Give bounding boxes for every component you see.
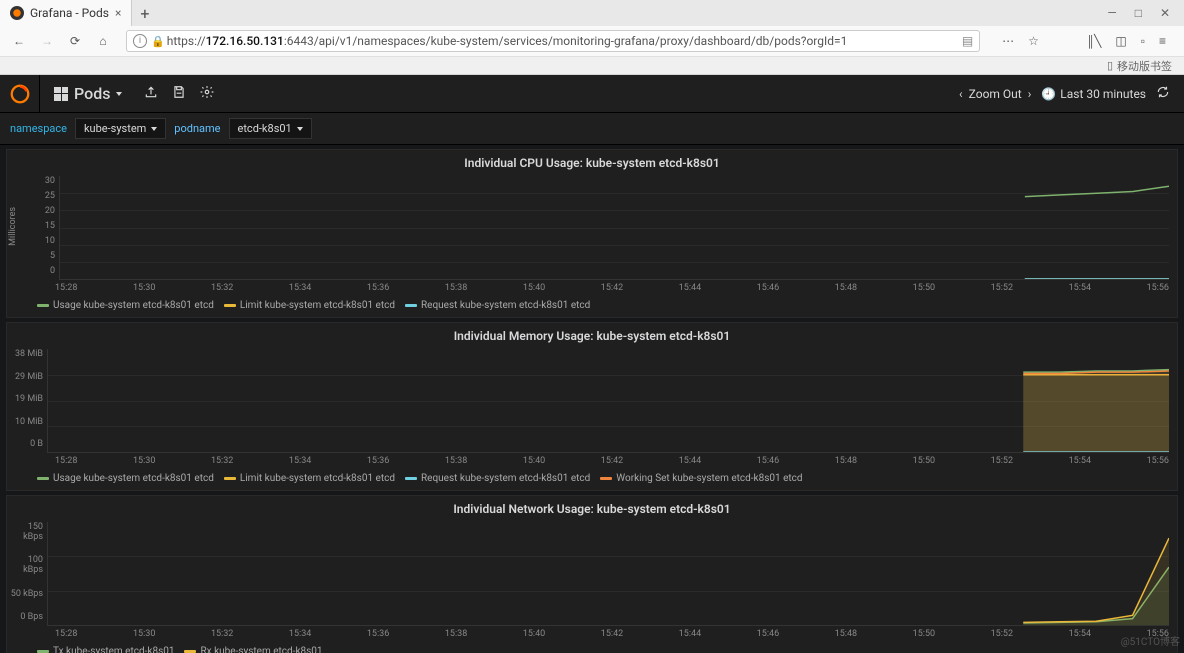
legend-swatch-icon (405, 304, 417, 307)
extension-icon[interactable]: ▫ (1141, 34, 1145, 48)
browser-tab[interactable]: Grafana - Pods × (0, 0, 132, 26)
var-namespace-select[interactable]: kube-system (75, 118, 166, 139)
legend-label: Limit kube-system etcd-k8s01 etcd (240, 473, 395, 484)
grafana-favicon-icon (10, 6, 24, 20)
chart-panel[interactable]: Individual CPU Usage: kube-system etcd-k… (6, 149, 1178, 318)
chevron-down-icon (151, 127, 157, 131)
panel-title: Individual CPU Usage: kube-system etcd-k… (7, 150, 1177, 172)
chevron-right-icon: › (1028, 87, 1032, 101)
legend-item[interactable]: Usage kube-system etcd-k8s01 etcd (37, 300, 214, 311)
chevron-down-icon (297, 127, 303, 131)
tab-bar: Grafana - Pods × + — □ ✕ (0, 0, 1184, 26)
legend-item[interactable]: Request kube-system etcd-k8s01 etcd (405, 473, 590, 484)
legend-swatch-icon (37, 304, 49, 307)
chart-panel[interactable]: Individual Network Usage: kube-system et… (6, 495, 1178, 653)
variable-bar: namespace kube-system podname etcd-k8s01 (0, 113, 1184, 145)
share-button[interactable] (144, 85, 158, 102)
close-tab-icon[interactable]: × (115, 6, 121, 20)
grafana-app: Pods ‹ Zoom Out › 🕘 Last 30 minutes name… (0, 75, 1184, 653)
overflow-menu-icon[interactable]: ⋯ (1002, 34, 1014, 48)
legend-swatch-icon (37, 477, 49, 480)
dashboard-grid-icon (54, 87, 68, 101)
legend-label: Limit kube-system etcd-k8s01 etcd (240, 300, 395, 311)
close-window-icon[interactable]: ✕ (1160, 6, 1170, 20)
mobile-bookmarks-icon[interactable]: ▯ (1107, 59, 1113, 72)
chart-legend: Usage kube-system etcd-k8s01 etcd Limit k… (7, 296, 1177, 317)
browser-chrome: Grafana - Pods × + — □ ✕ ← → ⟳ ⌂ i 🔒 htt… (0, 0, 1184, 75)
legend-swatch-icon (224, 477, 236, 480)
reload-button[interactable]: ⟳ (64, 30, 86, 52)
var-namespace-label: namespace (10, 122, 67, 135)
legend-swatch-icon (600, 477, 612, 480)
mobile-bookmarks-label[interactable]: 移动版书签 (1117, 58, 1172, 74)
library-icon[interactable]: ║╲ (1087, 34, 1101, 49)
chart-panel[interactable]: Individual Memory Usage: kube-system etc… (6, 322, 1178, 491)
grafana-topbar: Pods ‹ Zoom Out › 🕘 Last 30 minutes (0, 75, 1184, 113)
legend-label: Usage kube-system etcd-k8s01 etcd (53, 473, 214, 484)
x-axis-ticks: 15:2815:3015:3215:3415:3615:3815:4015:42… (7, 626, 1177, 642)
forward-button[interactable]: → (36, 30, 58, 52)
y-axis-label: Millicores (7, 207, 19, 246)
var-podname-select[interactable]: etcd-k8s01 (229, 118, 312, 139)
settings-button[interactable] (200, 85, 214, 102)
site-info-icon[interactable]: i (133, 34, 147, 48)
x-axis-ticks: 15:2815:3015:3215:3415:3615:3815:4015:42… (7, 280, 1177, 296)
bookmark-star-icon[interactable]: ☆ (1028, 34, 1039, 48)
plot-area[interactable] (47, 522, 1169, 626)
window-controls: — □ ✕ (1093, 6, 1184, 20)
legend-item[interactable]: Working Set kube-system etcd-k8s01 etcd (600, 473, 802, 484)
sidebar-icon[interactable]: ◫ (1115, 34, 1126, 48)
legend-item[interactable]: Limit kube-system etcd-k8s01 etcd (224, 300, 395, 311)
home-button[interactable]: ⌂ (92, 30, 114, 52)
y-axis-ticks: 302520151050 (19, 172, 59, 280)
chevron-down-icon (116, 92, 122, 96)
legend-item[interactable]: Limit kube-system etcd-k8s01 etcd (224, 473, 395, 484)
clock-icon: 🕘 (1041, 87, 1056, 101)
legend-label: Request kube-system etcd-k8s01 etcd (421, 300, 590, 311)
grafana-logo-icon (9, 83, 31, 105)
minimize-icon[interactable]: — (1107, 6, 1116, 20)
maximize-icon[interactable]: □ (1135, 6, 1142, 20)
time-range-picker[interactable]: 🕘 Last 30 minutes (1041, 87, 1146, 101)
legend-label: Working Set kube-system etcd-k8s01 etcd (616, 473, 802, 484)
back-button[interactable]: ← (8, 30, 30, 52)
dashboard-picker[interactable]: Pods (40, 84, 136, 103)
address-bar[interactable]: i 🔒 https://172.16.50.131:6443/api/v1/na… (126, 30, 980, 52)
new-tab-button[interactable]: + (132, 4, 157, 23)
save-button[interactable] (172, 85, 186, 102)
panel-title: Individual Memory Usage: kube-system etc… (7, 323, 1177, 345)
lock-icon: 🔒 (151, 35, 165, 48)
y-axis-ticks: 38 MiB29 MiB19 MiB10 MiB0 B (7, 345, 47, 453)
time-range-label: Last 30 minutes (1060, 87, 1146, 101)
panel-title: Individual Network Usage: kube-system et… (7, 496, 1177, 518)
legend-item[interactable]: Request kube-system etcd-k8s01 etcd (405, 300, 590, 311)
legend-label: Request kube-system etcd-k8s01 etcd (421, 473, 590, 484)
y-axis-ticks: 150 kBps100 kBps50 kBps0 Bps (7, 518, 47, 626)
var-podname-label: podname (174, 122, 220, 135)
nav-bar: ← → ⟳ ⌂ i 🔒 https://172.16.50.131:6443/a… (0, 26, 1184, 56)
tab-title: Grafana - Pods (30, 6, 109, 20)
legend-item[interactable]: Usage kube-system etcd-k8s01 etcd (37, 473, 214, 484)
chevron-left-icon: ‹ (959, 87, 963, 101)
refresh-button[interactable] (1156, 85, 1170, 102)
bookmarks-toolbar: ▯ 移动版书签 (0, 56, 1184, 74)
reader-mode-icon[interactable]: ▤ (962, 34, 973, 48)
x-axis-ticks: 15:2815:3015:3215:3415:3615:3815:4015:42… (7, 453, 1177, 469)
zoom-out-button[interactable]: ‹ Zoom Out › (959, 87, 1031, 101)
chart-legend: Usage kube-system etcd-k8s01 etcd Limit k… (7, 469, 1177, 490)
grafana-logo[interactable] (0, 75, 40, 113)
legend-label: Usage kube-system etcd-k8s01 etcd (53, 300, 214, 311)
legend-swatch-icon (405, 477, 417, 480)
zoom-out-label: Zoom Out (969, 87, 1022, 101)
menu-icon[interactable]: ≡ (1159, 34, 1166, 48)
plot-area[interactable] (59, 176, 1169, 280)
plot-area[interactable] (47, 349, 1169, 453)
dashboard-name: Pods (74, 84, 110, 103)
chart-legend: Tx kube-system etcd-k8s01Rx kube-system … (7, 642, 1177, 653)
legend-swatch-icon (224, 304, 236, 307)
url-text: https://172.16.50.131:6443/api/v1/namesp… (167, 34, 956, 48)
